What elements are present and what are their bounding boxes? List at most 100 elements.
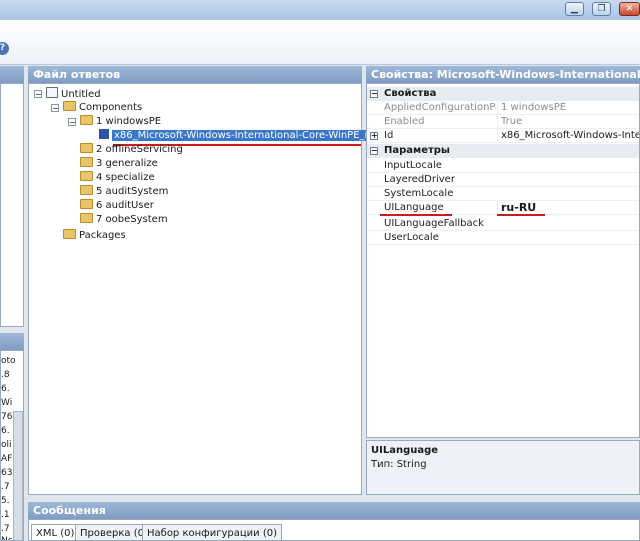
prop-row[interactable]: UILanguageFallback	[367, 217, 639, 231]
tree-pass-generalize[interactable]: 3 generalize	[80, 157, 158, 171]
prop-row[interactable]: InputLocale	[367, 159, 639, 173]
properties-grid: −Свойства AppliedConfigurationPass1 wind…	[366, 83, 640, 438]
messages-title: Сообщения	[28, 502, 640, 519]
tree-packages[interactable]: Packages	[63, 229, 126, 243]
prop-row[interactable]: AppliedConfigurationPass1 windowsPE	[367, 101, 639, 115]
selected-component-label: x86_Microsoft-Windows-International-Core…	[112, 130, 403, 141]
prop-name: Id	[384, 130, 394, 141]
tree-root[interactable]: Untitled	[46, 87, 101, 101]
category-label: Параметры	[384, 145, 450, 156]
tree-pass-label: 6 auditUser	[96, 200, 154, 211]
red-underline	[380, 214, 452, 216]
prop-value: x86_Microsoft-Windows-Internation	[497, 129, 639, 143]
collapse-icon[interactable]: −	[51, 104, 59, 113]
cut-text: oli	[1, 440, 12, 450]
prop-row[interactable]: UserLocale	[367, 231, 639, 245]
document-icon	[46, 87, 58, 98]
collapse-icon[interactable]: −	[68, 118, 76, 127]
tree-pass-label: 4 specialize	[96, 172, 155, 183]
restore-icon: ❐	[597, 4, 606, 14]
tree-pass-label: 3 generalize	[96, 158, 158, 169]
left-panel-lower: oto .8 6. Wi 76( 6. oli AF 63 .7 5. .1 .…	[0, 350, 24, 541]
category-label: Свойства	[384, 88, 437, 99]
prop-name: UILanguageFallback	[384, 218, 484, 229]
prop-name: UserLocale	[384, 232, 439, 243]
cut-text: .7	[1, 524, 10, 534]
folder-icon	[80, 157, 93, 167]
minimize-icon: ▁	[571, 4, 578, 14]
tree-pass-specialize[interactable]: 4 specialize	[80, 171, 155, 185]
tree-pass-label: 1 windowsPE	[96, 116, 162, 127]
collapse-icon[interactable]: −	[370, 147, 378, 155]
cut-text: 5.	[1, 496, 10, 506]
tree-selected-component[interactable]: x86_Microsoft-Windows-International-Core…	[99, 129, 403, 143]
tab-xml[interactable]: XML (0)	[31, 524, 80, 540]
cut-text: .8	[1, 370, 10, 380]
cut-text: .1	[1, 510, 10, 520]
restore-button[interactable]: ❐	[592, 2, 611, 16]
cut-text: oto	[1, 356, 16, 366]
prop-row[interactable]: + Id x86_Microsoft-Windows-Internation	[367, 129, 639, 143]
tree-pass-oobesystem[interactable]: 7 oobeSystem	[80, 213, 168, 227]
prop-row[interactable]: Enabled True	[367, 115, 639, 129]
tree-components[interactable]: Components	[63, 101, 142, 115]
prop-name: Enabled	[384, 116, 425, 127]
tree-root-label: Untitled	[61, 89, 101, 100]
left-panel-header	[0, 66, 24, 83]
description-title: UILanguage	[371, 445, 439, 456]
prop-name: SystemLocale	[384, 188, 454, 199]
prop-name: UILanguage	[384, 202, 444, 213]
tab-configuration-set[interactable]: Набор конфигурации (0)	[142, 524, 282, 540]
folder-icon	[63, 101, 76, 111]
folder-icon	[80, 199, 93, 209]
cut-text: AF	[1, 454, 13, 464]
tree-packages-label: Packages	[79, 230, 126, 241]
properties-panel: Свойства: Microsoft-Windows-Internationa…	[366, 66, 640, 83]
cut-text: 6.	[1, 426, 10, 436]
cut-text: 6.	[1, 384, 10, 394]
left-panel-upper	[0, 83, 24, 327]
prop-value: 1 windowsPE	[497, 101, 639, 115]
tree-pass-label: 7 oobeSystem	[96, 214, 168, 225]
messages-panel: Сообщения	[28, 502, 640, 519]
prop-value: True	[497, 115, 639, 129]
category-properties[interactable]: − Свойства	[367, 87, 639, 101]
folder-icon	[63, 229, 76, 239]
title-bar	[0, 0, 640, 20]
cut-text: Wi	[1, 398, 13, 408]
folder-icon	[80, 213, 93, 223]
cut-text: Nc	[1, 536, 13, 541]
scrollbar[interactable]	[13, 411, 23, 540]
answer-file-panel: Файл ответов	[28, 66, 362, 83]
expand-icon[interactable]: +	[370, 132, 378, 140]
tree-pass-windowspe[interactable]: 1 windowsPE	[80, 115, 161, 129]
answer-file-tree: − Untitled − Components − 1 windowsPE x8…	[28, 83, 403, 495]
cut-text: 63	[1, 468, 13, 478]
prop-row[interactable]: SystemLocale	[367, 187, 639, 201]
toolbar	[0, 20, 640, 65]
tree-pass-label: 2 offlineServicing	[96, 144, 183, 155]
cut-text: .7	[1, 482, 10, 492]
prop-name: LayeredDriver	[384, 174, 455, 185]
collapse-icon[interactable]: −	[34, 90, 42, 99]
answer-file-title: Файл ответов	[28, 66, 362, 83]
prop-name: InputLocale	[384, 160, 442, 171]
close-button[interactable]: ✕	[619, 2, 640, 16]
prop-row[interactable]: LayeredDriver	[367, 173, 639, 187]
collapse-icon[interactable]: −	[370, 90, 378, 98]
category-parameters[interactable]: − Параметры	[367, 144, 639, 158]
properties-title: Свойства: Microsoft-Windows-Internationa…	[366, 66, 640, 83]
folder-icon	[80, 143, 93, 153]
tree-pass-label: 5 auditSystem	[96, 186, 169, 197]
tree-pass-offlineservicing[interactable]: 2 offlineServicing	[80, 143, 183, 157]
tree-pass-audituser[interactable]: 6 auditUser	[80, 199, 154, 213]
prop-name: AppliedConfigurationPass	[384, 102, 496, 113]
property-description: UILanguage Тип: String	[366, 440, 640, 495]
uilanguage-value[interactable]: ru-RU	[497, 201, 639, 215]
folder-icon	[80, 171, 93, 181]
component-icon	[99, 129, 109, 139]
prop-row-uilanguage[interactable]: UILanguage ru-RU	[367, 201, 639, 215]
minimize-button[interactable]: ▁	[565, 2, 584, 16]
tree-pass-auditsystem[interactable]: 5 auditSystem	[80, 185, 168, 199]
left-panel2-header	[0, 333, 24, 350]
